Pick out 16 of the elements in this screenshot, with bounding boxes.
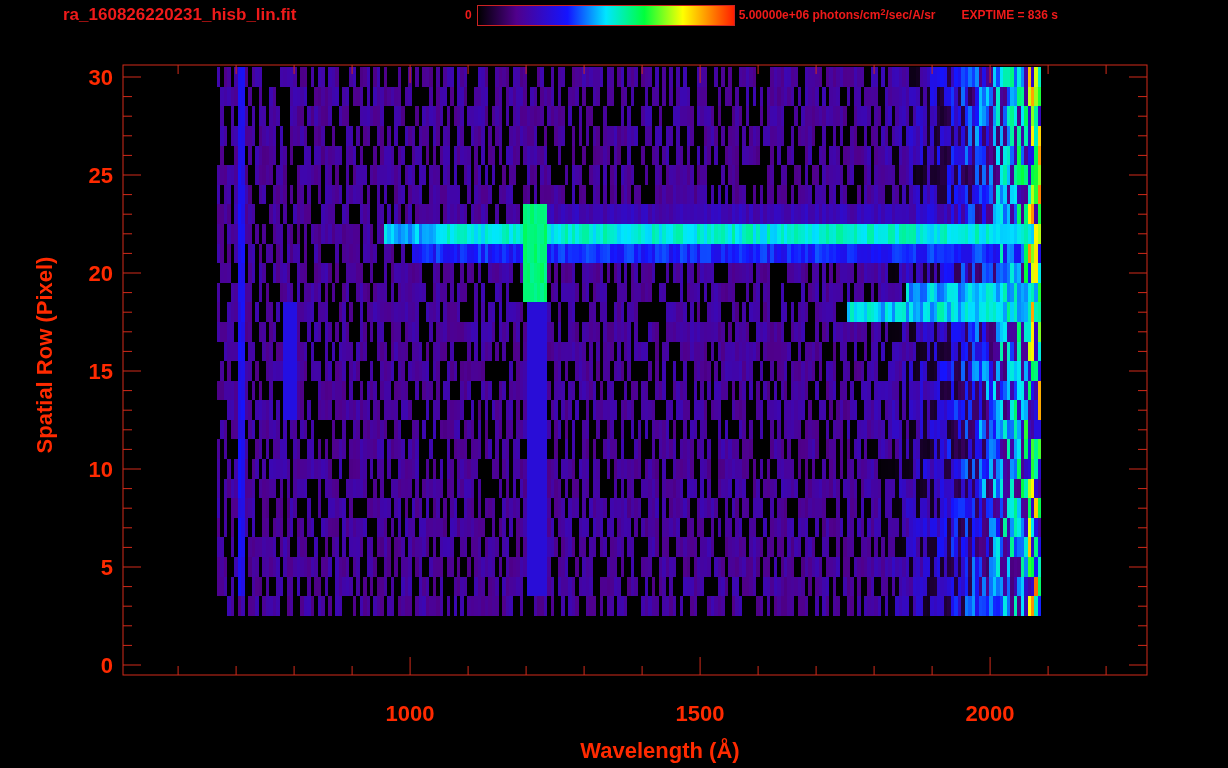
y-tick-label: 20 [88,261,113,286]
y-tick-label: 15 [88,359,113,384]
x-axis-title: Wavelength (Å) [580,738,740,763]
y-tick-label: 5 [100,555,113,580]
colorbar-min-label: 0 [465,7,472,24]
x-tick-label: 1000 [385,701,435,726]
y-tick-label: 25 [88,163,113,188]
y-tick-label: 0 [100,653,113,678]
x-tick-label: 2000 [965,701,1015,726]
y-tick-label: 30 [88,65,113,90]
exposure-time: EXPTIME = 836 s [961,7,1058,24]
colorbar-unit-label: 5.00000e+06 photons/cm$^{2}$/sec/A/sr [738,6,936,24]
file-title: ra_160826220231_hisb_lin.fit [63,4,298,27]
y-tick-label: 10 [88,457,113,482]
y-axis-title: Spatial Row (Pixel) [32,256,57,454]
x-tick-label: 1500 [675,701,725,726]
